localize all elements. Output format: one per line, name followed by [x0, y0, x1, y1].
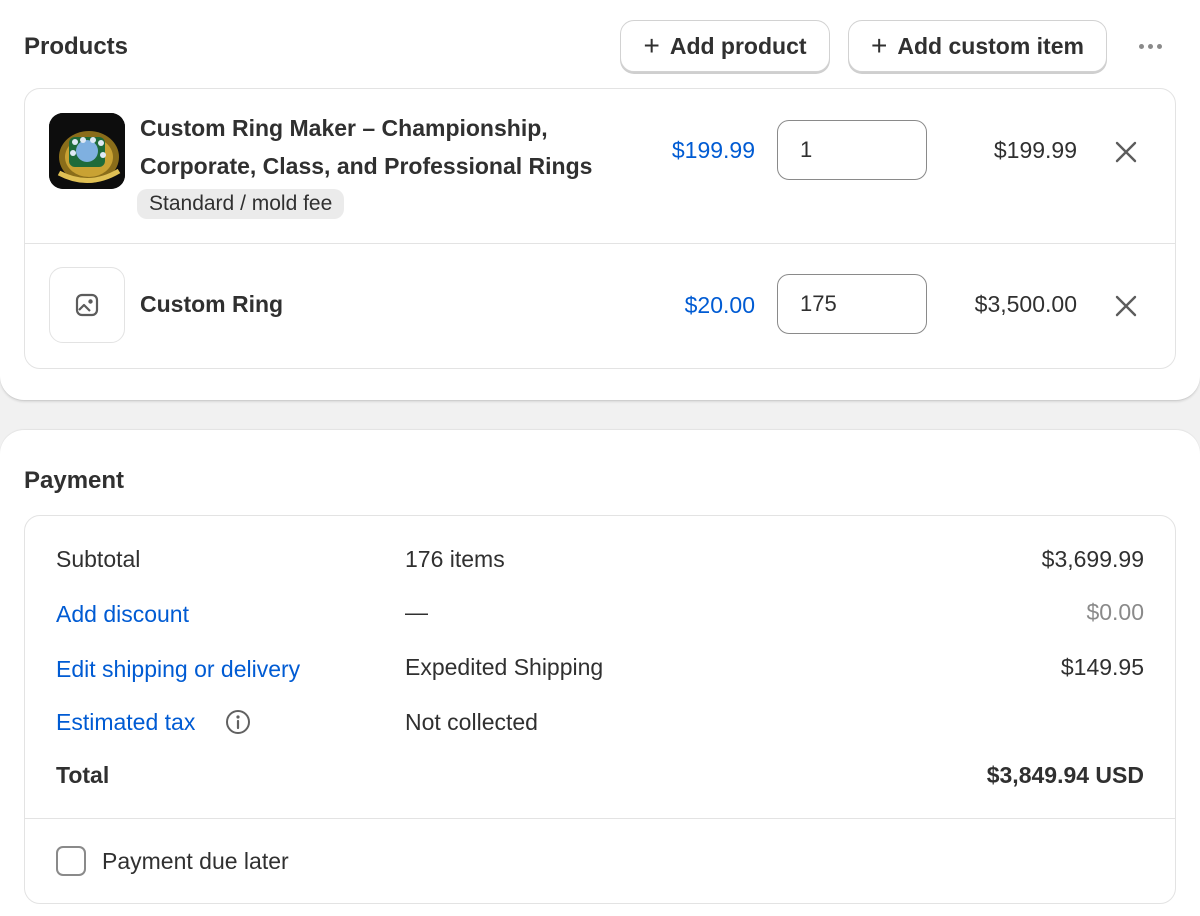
product-thumbnail-placeholder	[49, 267, 125, 343]
total-amount: $3,849.94 USD	[986, 762, 1144, 788]
products-title: Products	[24, 33, 129, 60]
payment-card: Payment Subtotal 176 items $3,699.99 Add…	[0, 430, 1200, 916]
payment-divider	[25, 818, 1175, 819]
item-price-link[interactable]: $20.00	[615, 292, 755, 319]
payment-due-later-checkbox[interactable]	[56, 846, 86, 876]
edit-shipping-link[interactable]: Edit shipping or delivery	[56, 656, 300, 683]
image-placeholder-icon	[75, 293, 99, 317]
line-items-list: Custom Ring Maker – Championship, Corpor…	[24, 88, 1176, 369]
item-divider	[25, 243, 1175, 244]
product-thumbnail	[49, 113, 125, 189]
shipping-method: Expedited Shipping	[405, 654, 604, 680]
remove-item-icon[interactable]	[1111, 137, 1141, 167]
item-title: Custom Ring	[140, 291, 284, 317]
more-actions-icon[interactable]	[1130, 36, 1170, 56]
quantity-input[interactable]	[777, 274, 927, 334]
payment-summary: Subtotal 176 items $3,699.99 Add discoun…	[24, 515, 1176, 904]
add-discount-link[interactable]: Add discount	[56, 601, 189, 628]
add-product-button[interactable]: + Add product	[620, 20, 830, 72]
plus-icon: +	[871, 30, 888, 61]
quantity-input[interactable]	[777, 120, 927, 180]
payment-due-later-label[interactable]: Payment due later	[102, 846, 289, 876]
subtotal-label: Subtotal	[56, 546, 141, 572]
add-custom-item-button[interactable]: + Add custom item	[848, 20, 1107, 72]
item-title-line2: Corporate, Class, and Professional Rings	[140, 153, 593, 179]
subtotal-item-count: 176 items	[405, 546, 505, 572]
add-product-label: Add product	[669, 32, 807, 59]
shipping-amount: $149.95	[1060, 654, 1144, 680]
info-icon[interactable]	[225, 709, 251, 735]
tax-status: Not collected	[405, 709, 538, 735]
add-custom-item-label: Add custom item	[897, 32, 1084, 59]
item-title-line1: Custom Ring Maker – Championship,	[140, 115, 548, 141]
plus-icon: +	[643, 30, 660, 61]
discount-amount: $0.00	[1086, 599, 1144, 625]
subtotal-amount: $3,699.99	[1041, 546, 1144, 572]
ring-product-image	[49, 113, 125, 189]
line-total: $3,500.00	[974, 291, 1077, 317]
item-price-link[interactable]: $199.99	[615, 137, 755, 164]
line-total: $199.99	[993, 137, 1077, 163]
estimated-tax-link[interactable]: Estimated tax	[56, 709, 195, 736]
total-label: Total	[56, 762, 110, 788]
payment-title: Payment	[24, 467, 125, 494]
products-card: Products + Add product + Add custom item	[0, 0, 1200, 400]
variant-badge: Standard / mold fee	[137, 189, 345, 219]
discount-detail: —	[405, 599, 428, 625]
remove-item-icon[interactable]	[1111, 291, 1141, 321]
